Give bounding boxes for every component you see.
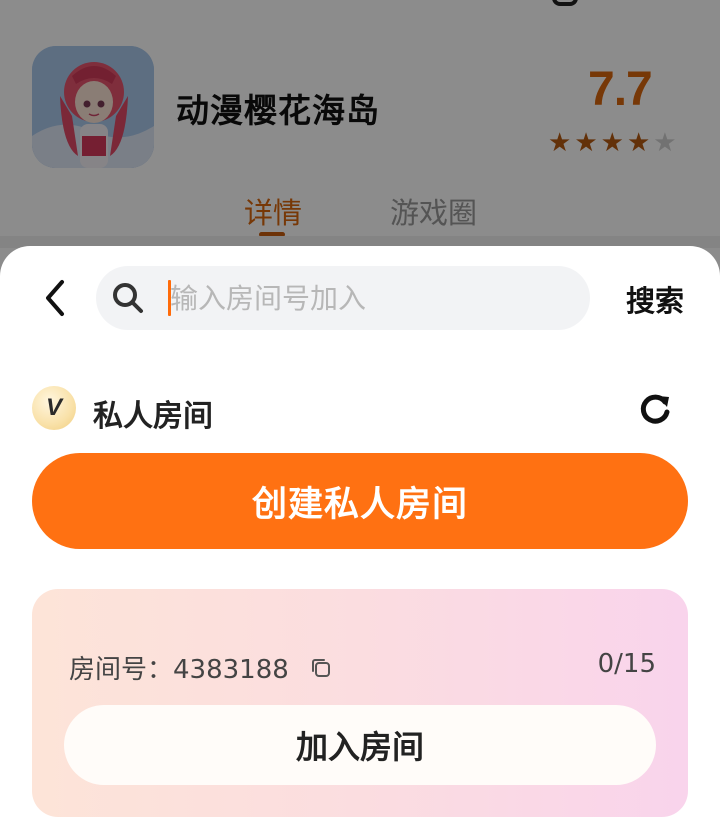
back-arrow-icon: [46, 280, 64, 316]
room-member-count: 0/15: [597, 649, 656, 679]
refresh-icon[interactable]: [636, 390, 674, 428]
search-button[interactable]: 搜索: [626, 278, 684, 320]
create-private-room-button[interactable]: 创建私人房间: [32, 453, 688, 549]
copy-icon[interactable]: [309, 656, 333, 680]
room-number-input[interactable]: [170, 266, 570, 330]
back-button[interactable]: [36, 276, 76, 320]
private-room-sheet: 搜索 V 私人房间 创建私人房间 房间号：4383188 0/15 加入房间: [0, 246, 720, 824]
room-id: 房间号：4383188: [69, 655, 289, 685]
search-icon: [113, 283, 143, 313]
badge-letter: V: [45, 394, 62, 421]
room-card: 房间号：4383188 0/15 加入房间: [32, 589, 688, 817]
join-room-button[interactable]: 加入房间: [64, 705, 656, 785]
vip-badge-icon: V: [32, 386, 76, 430]
section-title: 私人房间: [93, 399, 213, 434]
search-bar[interactable]: [96, 266, 590, 330]
room-id-row: 房间号：4383188: [69, 649, 333, 686]
